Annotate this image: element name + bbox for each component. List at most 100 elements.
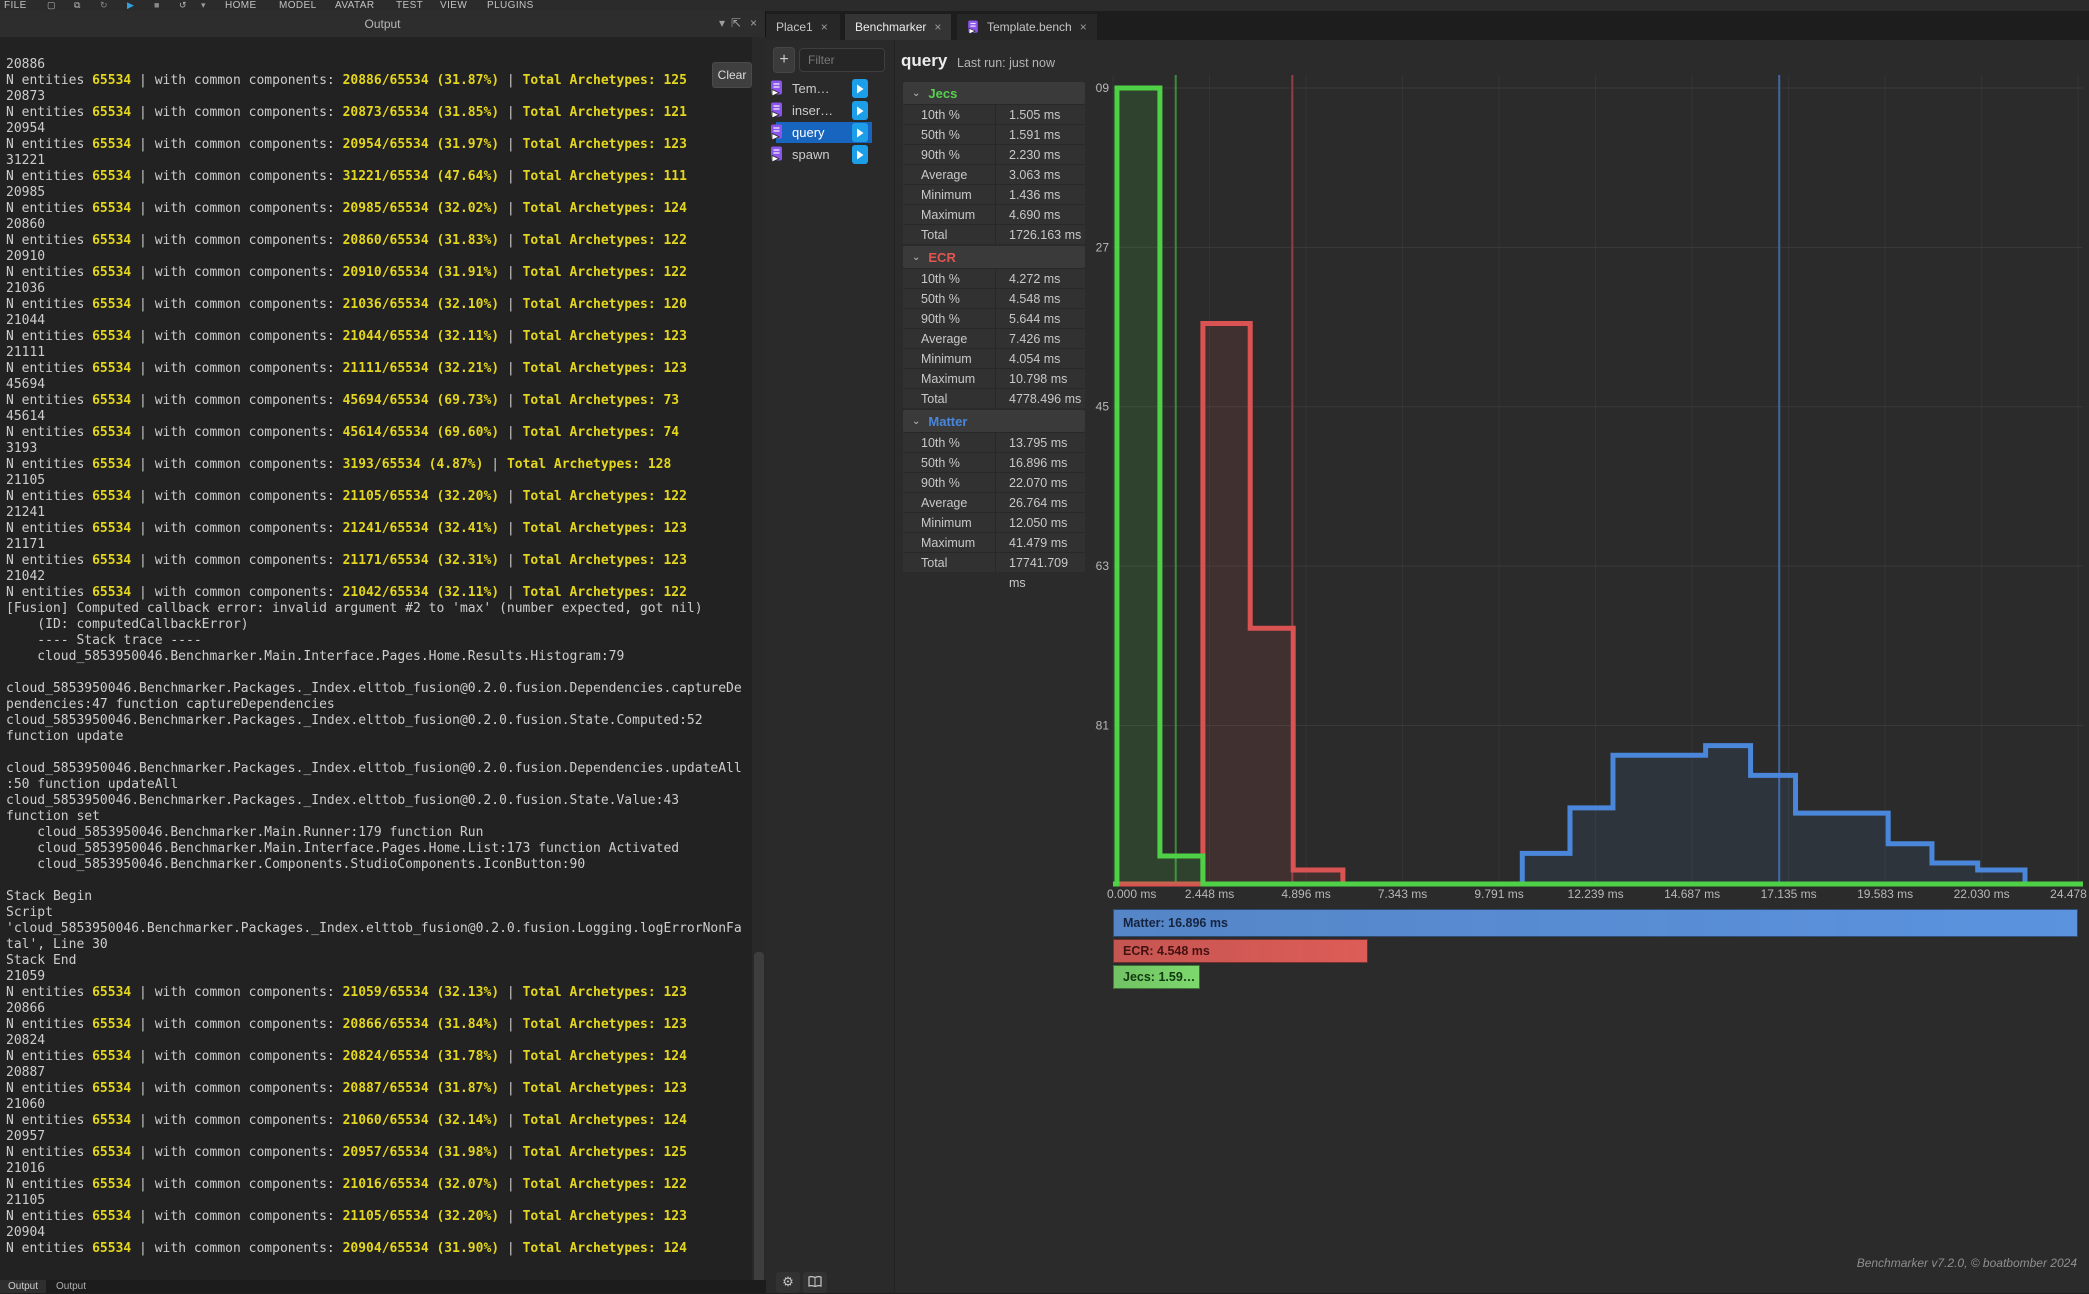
- list-item-query[interactable]: query: [766, 122, 895, 143]
- console-line: 21171: [6, 537, 750, 553]
- console-line: [6, 665, 750, 681]
- doc-tab-benchmarker[interactable]: Benchmarker ×: [845, 14, 951, 40]
- play-icon: [856, 128, 864, 138]
- console-line: N entities 65534 | with common component…: [6, 489, 750, 505]
- console-line: 21105: [6, 473, 750, 489]
- console-line: N entities 65534 | with common component…: [6, 1049, 750, 1065]
- list-item-spawn[interactable]: spawn: [766, 144, 895, 165]
- y-axis-label: 363: [1095, 559, 1109, 573]
- script-icon: [770, 124, 783, 140]
- scrollbar-thumb[interactable]: [754, 952, 764, 1282]
- stat-value: 4.054 ms: [996, 349, 1085, 368]
- stat-label: Average: [903, 165, 996, 184]
- stats-row: Maximum41.479 ms: [903, 532, 1085, 552]
- stats-row: 90th %5.644 ms: [903, 308, 1085, 328]
- stat-label: Minimum: [903, 185, 996, 204]
- stats-section-header-matter[interactable]: ⌄Matter: [903, 410, 1085, 432]
- menu-bar: FILE ▢ ⧉ ↻ ▶ ■ ↺ ▾ HOME MODEL AVATAR TES…: [0, 0, 2089, 11]
- x-axis-label: 12.239 ms: [1568, 887, 1624, 901]
- menu-tab-home[interactable]: HOME: [225, 0, 257, 11]
- legend-bar-ecr: ECR: 4.548 ms: [1113, 939, 1368, 963]
- console-line: 21060: [6, 1097, 750, 1113]
- play-icon[interactable]: ▶: [127, 0, 134, 11]
- close-icon[interactable]: ×: [1080, 20, 1087, 34]
- menu-tab-model[interactable]: MODEL: [279, 0, 317, 11]
- menu-tab-plugins[interactable]: PLUGINS: [487, 0, 534, 11]
- script-icon: [770, 80, 783, 96]
- chevron-down-icon: ⌄: [912, 252, 920, 263]
- script-icon-holder: [770, 124, 783, 145]
- menu-file[interactable]: FILE: [4, 0, 27, 11]
- section-name: ECR: [928, 250, 955, 265]
- console-line: 31221: [6, 153, 750, 169]
- run-benchmark-button[interactable]: [852, 145, 868, 164]
- doc-tab-label: Place1: [776, 20, 813, 34]
- stats-row: 50th %4.548 ms: [903, 288, 1085, 308]
- stat-label: 10th %: [903, 433, 996, 452]
- stats-row: Average3.063 ms: [903, 164, 1085, 184]
- console-line: cloud_5853950046.Benchmarker.Packages._I…: [6, 713, 750, 729]
- stats-section-header-ecr[interactable]: ⌄ ECR: [903, 246, 1085, 268]
- stats-table: ⌄Jecs10th %1.505 ms50th %1.591 ms90th %2…: [903, 80, 1085, 572]
- stat-label: Average: [903, 329, 996, 348]
- run-benchmark-button[interactable]: [852, 79, 868, 98]
- stat-label: 90th %: [903, 473, 996, 492]
- stats-section-header-jecs[interactable]: ⌄Jecs: [903, 82, 1085, 104]
- settings-gear-icon[interactable]: ⚙: [776, 1272, 800, 1293]
- console-line: 45694: [6, 377, 750, 393]
- doc-tab-template-bench[interactable]: Template.bench ×: [957, 14, 1097, 40]
- console-lines: 20886N entities 65534 | with common comp…: [6, 57, 750, 1277]
- y-axis-label: 727: [1095, 240, 1109, 254]
- console-line: N entities 65534 | with common component…: [6, 985, 750, 1001]
- close-icon[interactable]: ×: [750, 16, 757, 30]
- console-line: 21105: [6, 1193, 750, 1209]
- console-line: cloud_5853950046.Benchmarker.Main.Runner…: [6, 825, 750, 841]
- doc-tab-label: Template.bench: [987, 20, 1072, 34]
- y-axis-label: 909: [1095, 81, 1109, 95]
- menu-tab-test[interactable]: TEST: [396, 0, 423, 11]
- stop-icon[interactable]: ■: [154, 0, 160, 10]
- doc-tab-label: Benchmarker: [855, 20, 926, 34]
- open-icon[interactable]: ⧉: [74, 0, 81, 11]
- console-line: 20866: [6, 1001, 750, 1017]
- filter-input[interactable]: [799, 48, 885, 72]
- menu-tab-view[interactable]: VIEW: [440, 0, 467, 11]
- stat-label: Total: [903, 389, 996, 408]
- caret-down-icon[interactable]: ▾: [201, 0, 206, 11]
- console-line: N entities 65534 | with common component…: [6, 73, 750, 89]
- close-icon[interactable]: ×: [934, 20, 941, 34]
- list-item-inser[interactable]: inser…: [766, 100, 895, 121]
- console-line: function set: [6, 809, 750, 825]
- run-benchmark-button[interactable]: [852, 123, 868, 142]
- stat-value: 4.272 ms: [996, 269, 1085, 288]
- chevron-down-icon[interactable]: ▾: [719, 16, 725, 30]
- console-line: N entities 65534 | with common component…: [6, 105, 750, 121]
- run-benchmark-button[interactable]: [852, 101, 868, 120]
- console-line: tal', Line 30: [6, 937, 750, 953]
- output-scrollbar[interactable]: [752, 37, 766, 1280]
- close-icon[interactable]: ×: [821, 20, 828, 34]
- output-dock-tabbar: Output Output: [0, 1280, 766, 1293]
- menu-tab-avatar[interactable]: AVATAR: [335, 0, 374, 11]
- console-line: N entities 65534 | with common component…: [6, 457, 750, 473]
- doc-tab-place1[interactable]: Place1 ×: [766, 14, 840, 40]
- output-dock-tab[interactable]: Output: [0, 1280, 46, 1293]
- redo-icon[interactable]: ↻: [100, 0, 108, 11]
- stat-label: 50th %: [903, 289, 996, 308]
- new-file-icon[interactable]: ▢: [47, 0, 56, 11]
- console-line: N entities 65534 | with common component…: [6, 137, 750, 153]
- add-benchmark-button[interactable]: +: [773, 47, 795, 73]
- console-line: 21044: [6, 313, 750, 329]
- popout-icon[interactable]: ⇱: [731, 16, 741, 30]
- list-item-label: inser…: [792, 103, 833, 118]
- console-line: N entities 65534 | with common component…: [6, 393, 750, 409]
- docs-book-icon[interactable]: [803, 1272, 827, 1293]
- stats-row: Minimum4.054 ms: [903, 348, 1085, 368]
- console-line: 20985: [6, 185, 750, 201]
- clear-button[interactable]: Clear: [712, 62, 752, 88]
- console-line: N entities 65534 | with common component…: [6, 1209, 750, 1225]
- undo-icon[interactable]: ↺: [179, 0, 187, 11]
- console-line: N entities 65534 | with common component…: [6, 1113, 750, 1129]
- list-item-tem[interactable]: Tem…: [766, 78, 895, 99]
- x-axis-label: 2.448 ms: [1185, 887, 1234, 901]
